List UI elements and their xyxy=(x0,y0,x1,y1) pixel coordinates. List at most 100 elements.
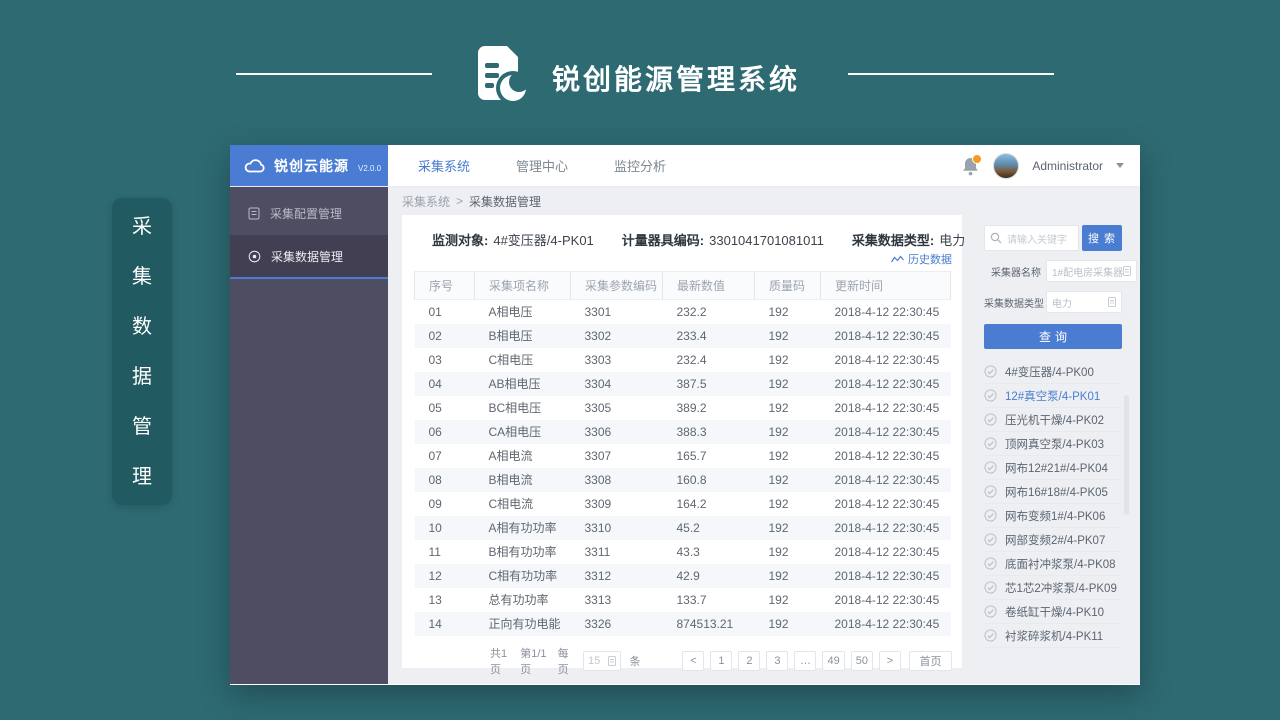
table-cell: C相有功功率 xyxy=(475,564,571,588)
next-page-button[interactable]: > xyxy=(879,651,901,671)
table-row: 01A相电压3301232.21922018-4-12 22:30:45 xyxy=(415,300,951,324)
breadcrumb-separator: > xyxy=(456,194,463,208)
device-item-11[interactable]: 衬浆碎浆机/4-PK11 xyxy=(984,624,1122,648)
device-list: 4#变压器/4-PK0012#真空泵/4-PK01 压光机干燥/4-PK02 顶网真… xyxy=(984,360,1122,648)
page-button-4[interactable]: 49 xyxy=(822,651,844,671)
table-cell: 192 xyxy=(755,516,821,540)
bell-icon[interactable] xyxy=(962,156,980,176)
table-row: 06CA相电压3306388.31922018-4-12 22:30:45 xyxy=(415,420,951,444)
device-item-3[interactable]: 顶网真空泵/4-PK03 xyxy=(984,432,1122,456)
check-circle-icon xyxy=(984,437,997,450)
table-cell: 2018-4-12 22:30:45 xyxy=(821,612,951,636)
column-header: 最新数值 xyxy=(663,272,755,300)
table-cell: 04 xyxy=(415,372,475,396)
table-cell: CA相电压 xyxy=(475,420,571,444)
device-item-4[interactable]: 网布12#21#/4-PK04 xyxy=(984,456,1122,480)
data-table: 序号采集项名称采集参数编码最新数值质量码更新时间 01A相电压3301232.2… xyxy=(414,271,950,636)
device-item-5[interactable]: 网布16#18#/4-PK05 xyxy=(984,480,1122,504)
slide-title: 锐创能源管理系统 xyxy=(552,58,800,98)
nav-item-1[interactable]: 管理中心 xyxy=(516,156,568,175)
chevron-down-icon[interactable] xyxy=(1116,163,1124,168)
topbar-right: Administrator xyxy=(962,145,1140,186)
search-input[interactable]: 请输入关键字 xyxy=(984,225,1079,251)
banner-divider-left xyxy=(236,73,432,75)
page-button-5[interactable]: 50 xyxy=(851,651,873,671)
filter-select-1[interactable]: 电力 xyxy=(1046,291,1122,313)
sidebar-item-label: 采集数据管理 xyxy=(271,248,343,265)
page-button-1[interactable]: 2 xyxy=(738,651,760,671)
table-cell: 2018-4-12 22:30:45 xyxy=(821,516,951,540)
table-cell: AB相电压 xyxy=(475,372,571,396)
table-cell: 3313 xyxy=(571,588,663,612)
check-circle-icon xyxy=(984,389,997,402)
main-area: 采集系统 > 采集数据管理 监测对象:4#变压器/4-PK01计量器具编码:33… xyxy=(388,187,1140,684)
table-cell: 02 xyxy=(415,324,475,348)
nav-item-0[interactable]: 采集系统 xyxy=(418,156,470,175)
search-placeholder: 请输入关键字 xyxy=(1007,231,1067,246)
sidebar-item-0[interactable]: 采集配置管理 xyxy=(230,191,388,235)
table-row: 03C相电压3303232.41922018-4-12 22:30:45 xyxy=(415,348,951,372)
page-button-2[interactable]: 3 xyxy=(766,651,788,671)
page-button-3[interactable]: … xyxy=(794,651,816,671)
logo-text: 锐创云能源 xyxy=(274,156,349,176)
device-item-7[interactable]: 网部变频2#/4-PK07 xyxy=(984,528,1122,552)
info-value: 4#变压器/4-PK01 xyxy=(493,230,593,249)
per-page-input[interactable]: 15 xyxy=(583,651,621,671)
prev-page-button[interactable]: < xyxy=(682,651,704,671)
table-cell: A相电流 xyxy=(475,444,571,468)
column-header: 采集参数编码 xyxy=(571,272,663,300)
table-cell: 232.4 xyxy=(663,348,755,372)
table-cell: 45.2 xyxy=(663,516,755,540)
device-item-0[interactable]: 4#变压器/4-PK00 xyxy=(984,360,1122,384)
window-scrollbar-thumb[interactable] xyxy=(1124,395,1129,515)
app-window: 锐创云能源 V2.0.0 采集系统管理中心监控分析 Administrator … xyxy=(230,145,1140,685)
total-pages-text: 共1页 xyxy=(490,645,512,677)
device-item-8[interactable]: 底面衬冲浆泵/4-PK08 xyxy=(984,552,1122,576)
table-cell: 192 xyxy=(755,372,821,396)
table-cell: 13 xyxy=(415,588,475,612)
first-page-button[interactable]: 首页 xyxy=(909,651,952,671)
check-circle-icon xyxy=(984,605,997,618)
device-item-10[interactable]: 卷纸缸干燥/4-PK10 xyxy=(984,600,1122,624)
device-item-9[interactable]: 芯1芯2冲浆泵/4-PK09 xyxy=(984,576,1122,600)
table-row: 02B相电压3302233.41922018-4-12 22:30:45 xyxy=(415,324,951,348)
check-circle-icon xyxy=(984,629,997,642)
table-cell: 192 xyxy=(755,540,821,564)
avatar[interactable] xyxy=(993,153,1019,179)
per-page-stepper-icon[interactable] xyxy=(608,656,616,666)
table-cell: A相电压 xyxy=(475,300,571,324)
breadcrumb-section[interactable]: 采集系统 xyxy=(402,193,450,210)
table-row: 07A相电流3307165.71922018-4-12 22:30:45 xyxy=(415,444,951,468)
nav-item-2[interactable]: 监控分析 xyxy=(614,156,666,175)
topbar-nav: 采集系统 管理中心 监控分析 xyxy=(388,145,666,186)
filter-row-1: 采集数据类型电力 xyxy=(984,291,1122,313)
sidebar-item-1[interactable]: 采集数据管理 xyxy=(230,235,388,279)
table-row: 08B相电流3308160.81922018-4-12 22:30:45 xyxy=(415,468,951,492)
table-cell: 164.2 xyxy=(663,492,755,516)
table-cell: 2018-4-12 22:30:45 xyxy=(821,396,951,420)
table-cell: 232.2 xyxy=(663,300,755,324)
device-item-1[interactable]: 12#真空泵/4-PK01 xyxy=(984,384,1122,408)
table-cell: 05 xyxy=(415,396,475,420)
device-name: 卷纸缸干燥/4-PK10 xyxy=(1005,604,1104,620)
page-button-0[interactable]: 1 xyxy=(710,651,732,671)
search-icon xyxy=(990,232,1002,244)
info-label: 计量器具编码: xyxy=(622,230,704,249)
table-cell: 3326 xyxy=(571,612,663,636)
query-button[interactable]: 查询 xyxy=(984,324,1122,349)
user-name: Administrator xyxy=(1032,159,1103,173)
document-pen-icon xyxy=(470,44,530,106)
table-cell: B相有功功率 xyxy=(475,540,571,564)
table-cell: 12 xyxy=(415,564,475,588)
notification-badge xyxy=(972,154,982,164)
search-button[interactable]: 搜 索 xyxy=(1082,225,1122,251)
history-data-link[interactable]: 历史数据 xyxy=(402,251,962,267)
device-name: 压光机干燥/4-PK02 xyxy=(1005,412,1104,428)
device-item-2[interactable]: 压光机干燥/4-PK02 xyxy=(984,408,1122,432)
table-cell: 192 xyxy=(755,396,821,420)
breadcrumb: 采集系统 > 采集数据管理 xyxy=(388,187,1140,215)
sidebar-item-label: 采集配置管理 xyxy=(270,205,342,222)
device-item-6[interactable]: 网布变频1#/4-PK06 xyxy=(984,504,1122,528)
filter-select-0[interactable]: 1#配电房采集器 xyxy=(1046,260,1137,282)
data-panel: 监测对象:4#变压器/4-PK01计量器具编码:3301041701081011… xyxy=(402,215,962,668)
